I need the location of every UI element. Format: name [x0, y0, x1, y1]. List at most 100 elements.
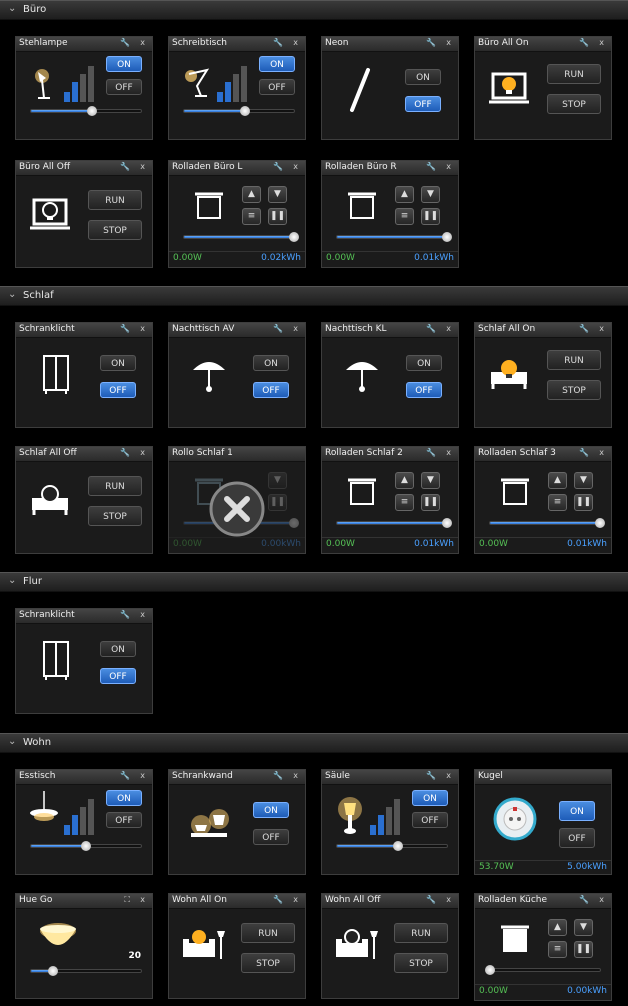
run-button[interactable]: RUN — [394, 923, 448, 943]
off-button[interactable]: OFF — [405, 96, 441, 112]
wrench-icon[interactable]: 🔧 — [120, 610, 130, 619]
wrench-icon[interactable]: 🔧 — [273, 324, 283, 333]
shutter-position-button[interactable]: ≡ — [548, 494, 567, 511]
shutter-up-button[interactable]: ▲ — [242, 186, 261, 203]
wrench-icon[interactable]: 🔧 — [426, 38, 436, 47]
shutter-up-button[interactable]: ▲ — [395, 472, 414, 489]
wrench-icon[interactable]: 🔧 — [273, 771, 283, 780]
close-icon[interactable]: x — [140, 162, 145, 171]
shutter-position-button[interactable]: ≡ — [548, 941, 567, 958]
close-icon[interactable]: x — [293, 324, 298, 333]
on-button[interactable]: ON — [405, 69, 441, 85]
close-icon[interactable]: x — [446, 895, 451, 904]
dimmer-slider[interactable] — [30, 841, 142, 851]
close-icon[interactable]: x — [293, 38, 298, 47]
wrench-icon[interactable]: 🔧 — [426, 771, 436, 780]
shutter-position-slider[interactable] — [485, 965, 601, 975]
wrench-icon[interactable]: 🔧 — [579, 324, 589, 333]
stop-button[interactable]: STOP — [547, 94, 601, 114]
shutter-position-button[interactable]: ≡ — [395, 494, 414, 511]
close-icon[interactable]: x — [140, 771, 145, 780]
on-button[interactable]: ON — [412, 790, 448, 806]
run-button[interactable]: RUN — [547, 350, 601, 370]
wrench-icon[interactable]: 🔧 — [273, 162, 283, 171]
close-icon[interactable]: x — [599, 38, 604, 47]
expand-icon[interactable]: ⛶ — [124, 895, 130, 905]
close-icon[interactable]: x — [140, 324, 145, 333]
brightness-slider[interactable] — [30, 966, 142, 976]
off-button[interactable]: OFF — [412, 812, 448, 828]
off-button[interactable]: OFF — [559, 828, 595, 848]
shutter-pause-button[interactable]: ❚❚ — [421, 208, 440, 225]
shutter-position-slider[interactable] — [336, 232, 452, 242]
close-icon[interactable]: x — [140, 895, 145, 904]
close-icon[interactable]: x — [446, 38, 451, 47]
close-icon[interactable]: x — [140, 610, 145, 619]
shutter-position-button[interactable]: ≡ — [395, 208, 414, 225]
close-icon[interactable]: x — [446, 324, 451, 333]
shutter-pause-button[interactable]: ❚❚ — [268, 208, 287, 225]
shutter-up-button[interactable]: ▲ — [395, 186, 414, 203]
shutter-up-button[interactable]: ▲ — [548, 472, 567, 489]
stop-button[interactable]: STOP — [88, 220, 142, 240]
wrench-icon[interactable]: 🔧 — [579, 895, 589, 904]
on-button[interactable]: ON — [406, 355, 442, 371]
on-button[interactable]: ON — [253, 802, 289, 818]
shutter-up-button[interactable]: ▲ — [548, 919, 567, 936]
on-button[interactable]: ON — [559, 801, 595, 821]
close-icon[interactable]: x — [140, 38, 145, 47]
shutter-down-button[interactable]: ▼ — [574, 472, 593, 489]
run-button[interactable]: RUN — [88, 476, 142, 496]
off-button[interactable]: OFF — [259, 79, 295, 95]
shutter-position-slider[interactable] — [336, 518, 452, 528]
shutter-down-button[interactable]: ▼ — [268, 186, 287, 203]
off-button[interactable]: OFF — [100, 668, 136, 684]
shutter-down-button[interactable]: ▼ — [574, 919, 593, 936]
on-button[interactable]: ON — [106, 790, 142, 806]
on-button[interactable]: ON — [100, 355, 136, 371]
stop-button[interactable]: STOP — [241, 953, 295, 973]
shutter-position-slider[interactable] — [183, 232, 299, 242]
section-header-schlaf[interactable]: ⌄ Schlaf — [0, 286, 628, 306]
on-button[interactable]: ON — [253, 355, 289, 371]
stop-button[interactable]: STOP — [394, 953, 448, 973]
wrench-icon[interactable]: 🔧 — [120, 38, 130, 47]
wrench-icon[interactable]: 🔧 — [273, 895, 283, 904]
close-icon[interactable]: x — [446, 771, 451, 780]
off-button[interactable]: OFF — [253, 382, 289, 398]
off-button[interactable]: OFF — [106, 812, 142, 828]
wrench-icon[interactable]: 🔧 — [426, 162, 436, 171]
off-button[interactable]: OFF — [106, 79, 142, 95]
close-icon[interactable]: x — [293, 162, 298, 171]
wrench-icon[interactable]: 🔧 — [426, 324, 436, 333]
on-button[interactable]: ON — [100, 641, 136, 657]
run-button[interactable]: RUN — [241, 923, 295, 943]
wrench-icon[interactable]: 🔧 — [120, 324, 130, 333]
close-icon[interactable]: x — [599, 895, 604, 904]
wrench-icon[interactable]: 🔧 — [273, 38, 283, 47]
wrench-icon[interactable]: 🔧 — [579, 448, 589, 457]
close-icon[interactable]: x — [599, 324, 604, 333]
section-header-buero[interactable]: ⌄ Büro — [0, 0, 628, 20]
off-button[interactable]: OFF — [406, 382, 442, 398]
shutter-position-slider[interactable] — [489, 518, 605, 528]
dimmer-slider[interactable] — [30, 106, 142, 116]
close-icon[interactable]: x — [140, 448, 145, 457]
close-icon[interactable]: x — [446, 448, 451, 457]
shutter-down-button[interactable]: ▼ — [421, 472, 440, 489]
run-button[interactable]: RUN — [88, 190, 142, 210]
wrench-icon[interactable]: 🔧 — [579, 38, 589, 47]
wrench-icon[interactable]: 🔧 — [120, 448, 130, 457]
on-button[interactable]: ON — [259, 56, 295, 72]
stop-button[interactable]: STOP — [88, 506, 142, 526]
close-icon[interactable]: x — [293, 771, 298, 780]
wrench-icon[interactable]: 🔧 — [426, 895, 436, 904]
close-icon[interactable]: x — [293, 895, 298, 904]
shutter-pause-button[interactable]: ❚❚ — [574, 941, 593, 958]
off-button[interactable]: OFF — [100, 382, 136, 398]
dimmer-slider[interactable] — [336, 841, 448, 851]
wrench-icon[interactable]: 🔧 — [120, 162, 130, 171]
off-button[interactable]: OFF — [253, 829, 289, 845]
run-button[interactable]: RUN — [547, 64, 601, 84]
dimmer-slider[interactable] — [183, 106, 295, 116]
